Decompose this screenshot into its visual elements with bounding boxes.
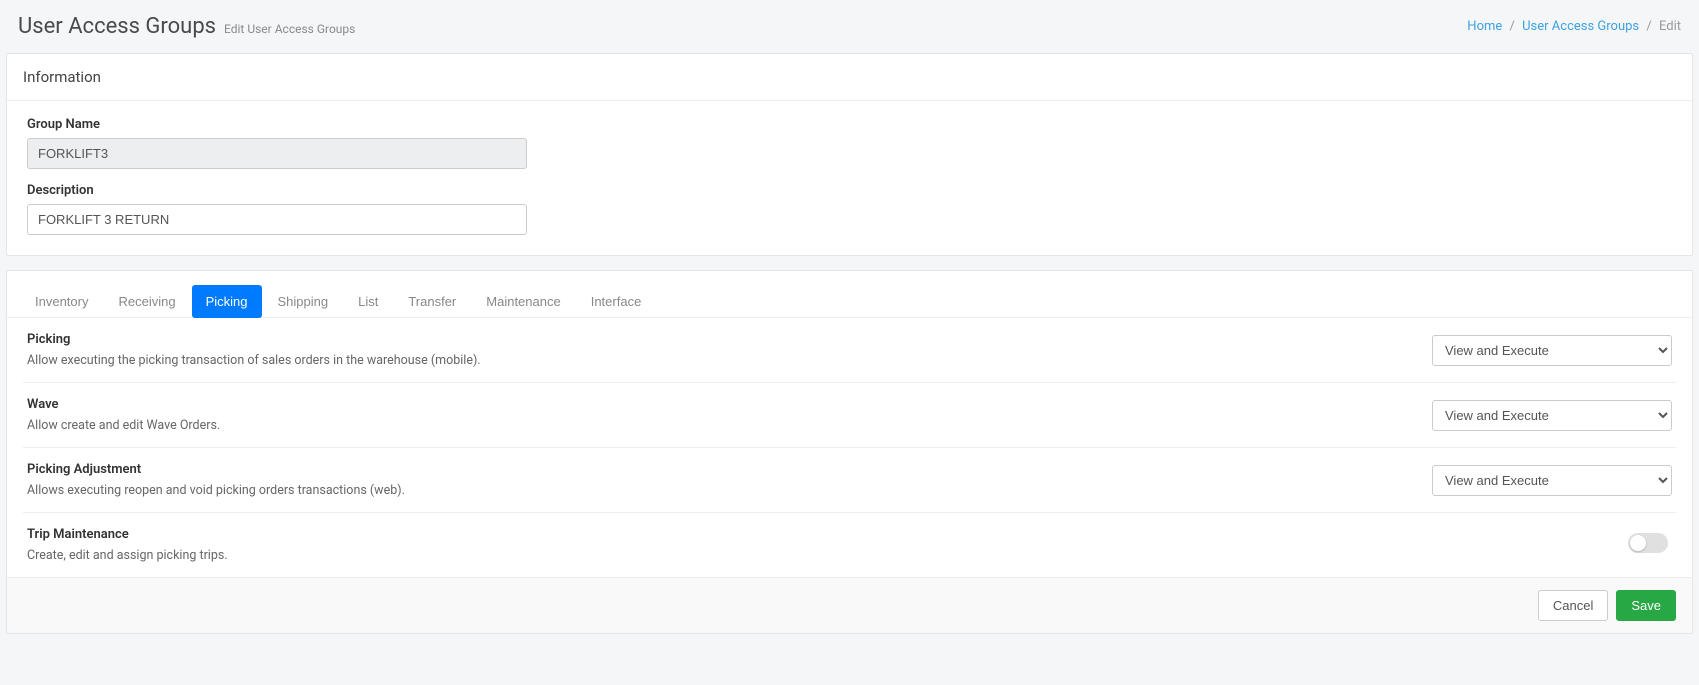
tab-shipping[interactable]: Shipping — [264, 285, 343, 318]
permission-row-trip-maintenance: Trip Maintenance Create, edit and assign… — [23, 513, 1676, 577]
permission-row-wave: Wave Allow create and edit Wave Orders. … — [23, 383, 1676, 448]
group-name-input — [27, 138, 527, 169]
perm-trip-maintenance-desc: Create, edit and assign picking trips. — [27, 548, 228, 563]
perm-wave-desc: Allow create and edit Wave Orders. — [27, 418, 220, 433]
breadcrumb-home[interactable]: Home — [1467, 19, 1502, 34]
tabs: Inventory Receiving Picking Shipping Lis… — [7, 271, 1692, 318]
breadcrumb-sep: / — [1646, 19, 1651, 34]
breadcrumb: Home / User Access Groups / Edit — [1467, 19, 1681, 34]
breadcrumb-current: Edit — [1659, 19, 1681, 34]
permission-row-picking: Picking Allow executing the picking tran… — [23, 318, 1676, 383]
save-button[interactable]: Save — [1616, 590, 1676, 621]
information-panel-title: Information — [7, 54, 1692, 101]
tab-picking[interactable]: Picking — [192, 285, 262, 318]
cancel-button[interactable]: Cancel — [1538, 590, 1608, 621]
tab-interface[interactable]: Interface — [577, 285, 656, 318]
perm-picking-adjustment-select[interactable]: View and Execute — [1432, 465, 1672, 496]
perm-wave-select[interactable]: View and Execute — [1432, 400, 1672, 431]
perm-picking-desc: Allow executing the picking transaction … — [27, 353, 481, 368]
permissions-panel: Inventory Receiving Picking Shipping Lis… — [6, 270, 1693, 634]
information-panel: Information Group Name Description — [6, 53, 1693, 256]
perm-wave-title: Wave — [27, 397, 220, 412]
perm-picking-adjustment-desc: Allows executing reopen and void picking… — [27, 483, 405, 498]
page-title: User Access Groups — [18, 14, 216, 39]
perm-picking-title: Picking — [27, 332, 481, 347]
group-name-label: Group Name — [27, 117, 1672, 132]
page-subtitle: Edit User Access Groups — [224, 22, 355, 36]
description-input[interactable] — [27, 204, 527, 235]
permission-row-picking-adjustment: Picking Adjustment Allows executing reop… — [23, 448, 1676, 513]
perm-trip-maintenance-toggle[interactable] — [1628, 533, 1668, 553]
perm-picking-adjustment-title: Picking Adjustment — [27, 462, 405, 477]
perm-trip-maintenance-title: Trip Maintenance — [27, 527, 228, 542]
tab-receiving[interactable]: Receiving — [104, 285, 189, 318]
tab-maintenance[interactable]: Maintenance — [472, 285, 574, 318]
tab-list[interactable]: List — [344, 285, 392, 318]
breadcrumb-groups[interactable]: User Access Groups — [1522, 19, 1639, 34]
breadcrumb-sep: / — [1510, 19, 1515, 34]
tab-transfer[interactable]: Transfer — [394, 285, 470, 318]
perm-picking-select[interactable]: View and Execute — [1432, 335, 1672, 366]
tab-inventory[interactable]: Inventory — [21, 285, 102, 318]
description-label: Description — [27, 183, 1672, 198]
